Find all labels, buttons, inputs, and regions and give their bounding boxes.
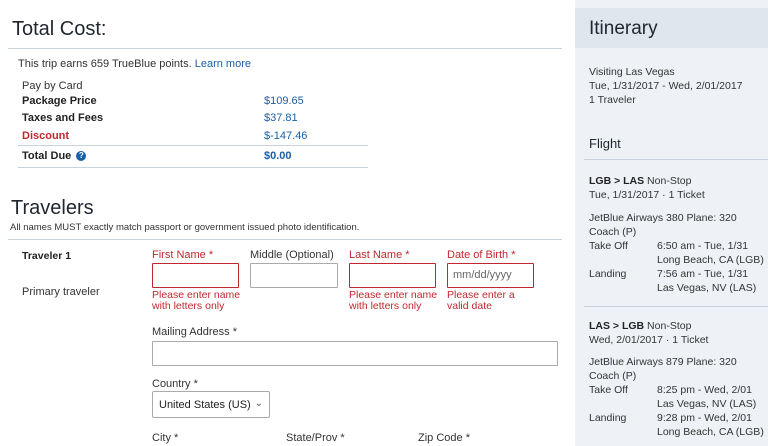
traveler-sublabel: Primary traveler bbox=[22, 286, 100, 298]
dob-input[interactable]: mm/dd/yyyy bbox=[447, 263, 534, 288]
earn-text: This trip earns 659 TrueBlue points. bbox=[18, 58, 192, 70]
takeoff-place: Las Vegas, NV (LAS) bbox=[657, 398, 757, 410]
divider bbox=[584, 306, 768, 307]
flight-airline: JetBlue Airways 879 Plane: 320 bbox=[589, 356, 737, 368]
landing-place: Las Vegas, NV (LAS) bbox=[657, 282, 757, 294]
divider bbox=[8, 48, 562, 49]
visiting-text: Visiting Las Vegas bbox=[589, 66, 675, 78]
flight-cabin: Coach (P) bbox=[589, 226, 637, 238]
zip-label: Zip Code * bbox=[418, 432, 470, 444]
traveler-label: Traveler 1 bbox=[22, 250, 72, 262]
dob-error: Please enter a valid date bbox=[447, 289, 515, 312]
itinerary-title: Itinerary bbox=[589, 18, 658, 39]
takeoff-label: Take Off bbox=[589, 384, 628, 396]
last-name-error: Please enter name with letters only bbox=[349, 289, 438, 312]
names-note: All names MUST exactly match passport or… bbox=[10, 222, 360, 233]
first-name-error: Please enter name with letters only bbox=[152, 289, 241, 312]
package-price-value: $109.65 bbox=[264, 95, 304, 107]
mailing-address-label: Mailing Address * bbox=[152, 326, 237, 338]
info-icon[interactable]: ? bbox=[76, 151, 87, 162]
flight-segment-date: Wed, 2/01/2017 · 1 Ticket bbox=[589, 334, 709, 346]
taxes-label: Taxes and Fees bbox=[22, 112, 104, 124]
discount-label: Discount bbox=[22, 130, 70, 142]
middle-name-input[interactable] bbox=[250, 263, 338, 288]
takeoff-place: Long Beach, CA (LGB) bbox=[657, 254, 764, 266]
flight-segment-route: LGB > LAS Non-Stop bbox=[589, 175, 692, 187]
divider bbox=[8, 239, 562, 240]
landing-label: Landing bbox=[589, 412, 627, 424]
country-label: Country * bbox=[152, 378, 198, 390]
divider bbox=[18, 145, 368, 146]
landing-time: 9:28 pm - Wed, 2/01 bbox=[657, 412, 752, 424]
country-select[interactable]: United States (US) ⌄ bbox=[152, 391, 270, 418]
travelers-heading: Travelers bbox=[11, 197, 94, 219]
first-name-input[interactable] bbox=[152, 263, 239, 288]
flight-cabin: Coach (P) bbox=[589, 370, 637, 382]
discount-value: $-147.46 bbox=[264, 130, 308, 142]
middle-name-label: Middle (Optional) bbox=[250, 249, 334, 261]
taxes-value: $37.81 bbox=[264, 112, 298, 124]
traveler-count: 1 Traveler bbox=[589, 94, 636, 106]
state-label: State/Prov * bbox=[286, 432, 345, 444]
trueblue-points-note: This trip earns 659 TrueBlue points. Lea… bbox=[18, 58, 251, 70]
takeoff-time: 6:50 am - Tue, 1/31 bbox=[657, 240, 749, 252]
learn-more-link[interactable]: Learn more bbox=[195, 58, 251, 70]
trip-dates: Tue, 1/31/2017 - Wed, 2/01/2017 bbox=[589, 80, 743, 92]
divider bbox=[584, 159, 768, 160]
landing-time: 7:56 am - Tue, 1/31 bbox=[657, 268, 749, 280]
package-price-label: Package Price bbox=[22, 95, 97, 107]
first-name-label: First Name * bbox=[152, 249, 214, 261]
mailing-address-input[interactable] bbox=[152, 341, 558, 366]
total-due-label: Total Due ? bbox=[22, 150, 87, 162]
pay-by-label: Pay by Card bbox=[22, 80, 83, 92]
flight-segment-route: LAS > LGB Non-Stop bbox=[589, 320, 692, 332]
landing-place: Long Beach, CA (LGB) bbox=[657, 426, 764, 438]
last-name-input[interactable] bbox=[349, 263, 436, 288]
chevron-down-icon: ⌄ bbox=[254, 398, 263, 409]
total-due-value: $0.00 bbox=[264, 150, 292, 162]
dob-label: Date of Birth * bbox=[447, 249, 516, 261]
takeoff-time: 8:25 pm - Wed, 2/01 bbox=[657, 384, 752, 396]
total-cost-heading: Total Cost: bbox=[12, 18, 107, 40]
divider bbox=[18, 167, 368, 168]
flight-airline: JetBlue Airways 380 Plane: 320 bbox=[589, 212, 737, 224]
flight-segment-date: Tue, 1/31/2017 · 1 Ticket bbox=[589, 189, 705, 201]
takeoff-label: Take Off bbox=[589, 240, 628, 252]
city-label: City * bbox=[152, 432, 179, 444]
country-value: United States (US) bbox=[159, 399, 251, 411]
flight-heading: Flight bbox=[589, 136, 621, 151]
last-name-label: Last Name * bbox=[349, 249, 410, 261]
landing-label: Landing bbox=[589, 268, 627, 280]
